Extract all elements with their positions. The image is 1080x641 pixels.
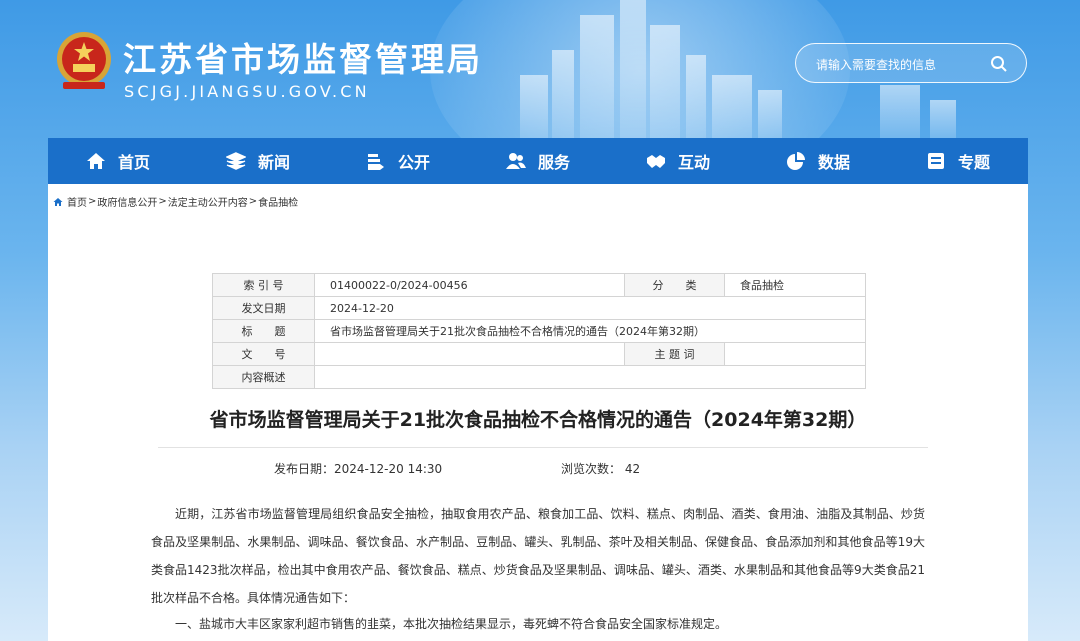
table-row: 标 题 省市场监督管理局关于21批次食品抽检不合格情况的通告（2024年第32期… <box>212 319 866 343</box>
title-label: 标 题 <box>212 319 315 343</box>
nav-item-interact[interactable]: 互动 <box>608 138 748 184</box>
breadcrumb-food-inspection[interactable]: 食品抽检 <box>258 194 298 209</box>
nav-item-open[interactable]: 公开 <box>328 138 468 184</box>
open-hand-icon <box>367 154 384 170</box>
site-title: 江苏省市场监督管理局 <box>123 40 483 79</box>
people-icon <box>505 153 526 169</box>
publish-time: 2024-12-20 14:30 <box>334 462 443 476</box>
summary-value <box>314 365 866 389</box>
breadcrumb: 首页 > 政府信息公开 > 法定主动公开内容 > 食品抽检 <box>53 194 298 209</box>
keywords-label: 主 题 词 <box>624 342 725 366</box>
views-count: 42 <box>624 462 641 476</box>
table-row: 索 引 号 01400022-0/2024-00456 分 类 食品抽检 <box>212 273 866 297</box>
nav-item-home[interactable]: 首页 <box>48 138 188 184</box>
pie-chart-icon <box>786 152 805 170</box>
publish-label: 发布日期： <box>274 462 335 476</box>
breadcrumb-home[interactable]: 首页 <box>67 194 87 209</box>
date-label: 发文日期 <box>212 296 315 320</box>
home-icon <box>53 197 63 206</box>
breadcrumb-gov-info[interactable]: 政府信息公开 <box>97 194 157 209</box>
nav-item-topic[interactable]: 专题 <box>888 138 1028 184</box>
keywords-value <box>724 342 866 366</box>
search-icon[interactable] <box>990 55 1008 73</box>
main-nav: 首页 新闻 公开 服务 互动 数据 专题 <box>48 138 1028 184</box>
home-icon <box>86 153 105 169</box>
nav-item-label: 公开 <box>397 153 430 172</box>
national-emblem-icon <box>55 30 113 92</box>
docno-value <box>314 342 625 366</box>
nav-item-service[interactable]: 服务 <box>468 138 608 184</box>
category-value: 食品抽检 <box>724 273 866 297</box>
nav-item-data[interactable]: 数据 <box>748 138 888 184</box>
nav-item-label: 专题 <box>957 153 990 172</box>
title-value: 省市场监督管理局关于21批次食品抽检不合格情况的通告（2024年第32期） <box>314 319 866 343</box>
article-paragraph: 近期，江苏省市场监督管理局组织食品安全抽检，抽取食用农产品、粮食加工品、饮料、糕… <box>151 507 925 605</box>
nav-item-label: 数据 <box>817 153 850 172</box>
panel-icon <box>927 153 944 169</box>
table-row: 发文日期 2024-12-20 <box>212 296 866 320</box>
article-item: 一、盐城市大丰区家家利超市销售的韭菜，本批次抽检结果显示，毒死蜱不符合食品安全国… <box>175 617 728 631</box>
nav-item-label: 服务 <box>537 153 570 172</box>
divider <box>158 447 928 448</box>
site-domain: SCJGJ.JIANGSU.GOV.CN <box>124 82 370 101</box>
nav-item-news[interactable]: 新闻 <box>188 138 328 184</box>
content-panel: 首页 > 政府信息公开 > 法定主动公开内容 > 食品抽检 索 引 号 0140… <box>48 184 1028 641</box>
table-row: 内容概述 <box>212 365 866 389</box>
nav-item-label: 互动 <box>677 153 710 172</box>
breadcrumb-statutory[interactable]: 法定主动公开内容 <box>168 194 248 209</box>
nav-item-label: 新闻 <box>257 153 290 172</box>
index-value: 01400022-0/2024-00456 <box>314 273 625 297</box>
index-label: 索 引 号 <box>212 273 315 297</box>
breadcrumb-separator: > <box>248 196 258 207</box>
breadcrumb-separator: > <box>158 196 167 207</box>
layers-icon <box>225 152 246 170</box>
publish-info: 发布日期：2024-12-20 14:30 <box>274 460 442 477</box>
metadata-table: 索 引 号 01400022-0/2024-00456 分 类 食品抽检 发文日… <box>212 273 866 389</box>
date-value: 2024-12-20 <box>314 296 866 320</box>
article-title: 省市场监督管理局关于21批次食品抽检不合格情况的通告（2024年第32期） <box>209 409 867 431</box>
views-label: 浏览次数： <box>561 462 622 476</box>
nav-item-label: 首页 <box>117 153 150 172</box>
summary-label: 内容概述 <box>212 365 315 389</box>
breadcrumb-separator: > <box>88 196 97 207</box>
views-info: 浏览次数： 42 <box>561 460 640 477</box>
handshake-icon <box>646 155 665 168</box>
docno-label: 文 号 <box>212 342 315 366</box>
search-input[interactable] <box>814 54 988 76</box>
search-box <box>795 43 1027 83</box>
table-row: 文 号 主 题 词 <box>212 342 866 366</box>
category-label: 分 类 <box>624 273 725 297</box>
